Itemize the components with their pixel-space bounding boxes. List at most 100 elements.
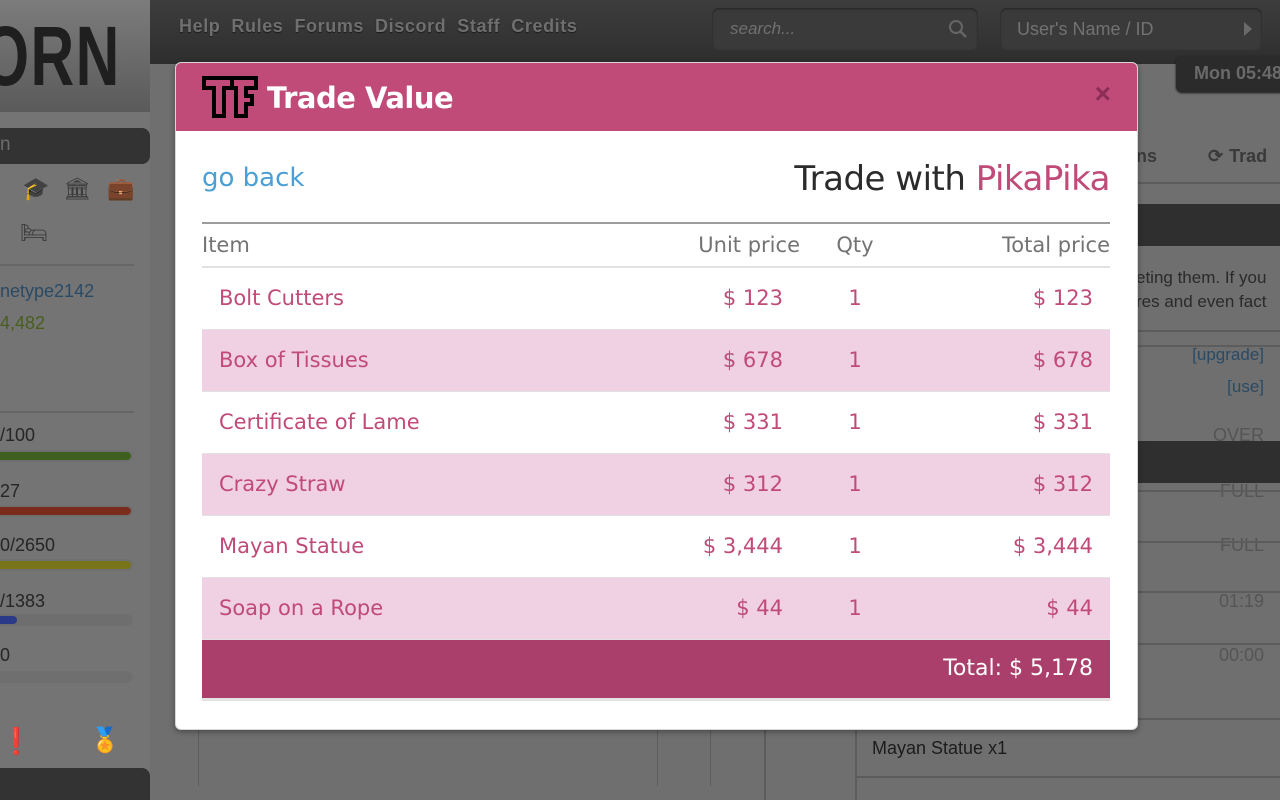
energy-bar[interactable] <box>0 450 133 462</box>
happy-bar-fill <box>0 561 131 569</box>
table-row: Bolt Cutters $ 123 1 $ 123 <box>202 267 1110 330</box>
site-search <box>712 8 978 50</box>
hospital-bed-icon[interactable]: 🛏 <box>20 220 48 246</box>
unit-price: $ 44 <box>600 577 800 640</box>
info-text-line: eting them. If you <box>1136 268 1267 287</box>
divider <box>657 730 658 786</box>
total-price: $ 123 <box>910 267 1110 330</box>
table-row: Mayan Statue $ 3,444 1 $ 3,444 <box>202 515 1110 578</box>
life-value: /1383 <box>0 591 46 611</box>
upgrade-link[interactable]: [upgrade] <box>1192 345 1264 365</box>
user-lookup-input[interactable] <box>1000 8 1220 50</box>
alert-icon[interactable]: ❗ <box>0 726 32 757</box>
divider <box>764 720 766 800</box>
divider <box>1136 490 1280 492</box>
item-name: Crazy Straw <box>202 453 600 516</box>
energy-bar-fill <box>0 452 131 460</box>
trade-partner-name[interactable]: PikaPika <box>976 159 1111 199</box>
item-name: Mayan Statue <box>202 515 600 578</box>
quantity: 1 <box>800 515 910 578</box>
section-header-bar <box>1136 441 1280 483</box>
nerve-value: 27 <box>0 481 21 501</box>
bank-icon[interactable]: 🏛 <box>63 176 91 202</box>
user-lookup <box>1000 8 1262 50</box>
sidebar-header-text: n <box>0 134 11 155</box>
modal-title: Trade Value <box>267 81 454 115</box>
education-icon[interactable]: 🎓 <box>22 176 49 202</box>
divider <box>1136 541 1280 543</box>
top-nav: Help Rules Forums Discord Staff Credits <box>179 16 577 37</box>
sidebar-divider <box>0 411 134 413</box>
nav-link-rules[interactable]: Rules <box>231 16 283 37</box>
search-icon[interactable] <box>948 19 968 39</box>
nerve-bar-fill <box>0 507 131 515</box>
trade-item-entry: Mayan Statue x1 <box>872 738 1008 758</box>
trade-heading-prefix: Trade with <box>794 159 976 199</box>
table-row: Box of Tissues $ 678 1 $ 678 <box>202 329 1110 392</box>
sidebar-divider <box>0 264 134 266</box>
happy-status: FULL <box>1219 535 1264 555</box>
divider <box>855 720 857 800</box>
site-logo[interactable]: ORN <box>0 0 150 112</box>
divider <box>1136 330 1280 332</box>
modal-header: Trade Value × <box>176 63 1137 131</box>
column-header-qty: Qty <box>800 223 910 268</box>
search-input[interactable] <box>712 8 932 50</box>
happy-bar[interactable] <box>0 559 133 571</box>
trade-items-table: Item Unit price Qty Total price Bolt Cut… <box>202 222 1110 701</box>
column-header-item: Item <box>202 223 600 268</box>
unit-price: $ 331 <box>600 391 800 454</box>
divider <box>198 730 199 786</box>
chain-bar[interactable] <box>0 671 133 683</box>
grand-total: Total: $ 5,178 <box>202 639 1110 701</box>
divider <box>856 776 1280 778</box>
use-link[interactable]: [use] <box>1227 377 1264 397</box>
divider <box>1136 182 1280 184</box>
total-price: $ 312 <box>910 453 1110 516</box>
nav-link-help[interactable]: Help <box>179 16 220 37</box>
item-name: Certificate of Lame <box>202 391 600 454</box>
sidebar-section-header <box>0 768 150 800</box>
job-briefcase-icon[interactable]: 💼 <box>107 176 134 202</box>
total-price: $ 678 <box>910 329 1110 392</box>
refresh-icon: ⟳ <box>1208 146 1224 166</box>
nav-link-discord[interactable]: Discord <box>375 16 446 37</box>
quantity: 1 <box>800 453 910 516</box>
divider <box>1136 643 1280 645</box>
quantity: 1 <box>800 329 910 392</box>
item-name: Bolt Cutters <box>202 267 600 330</box>
nav-link-staff[interactable]: Staff <box>457 16 500 37</box>
username-link[interactable]: netype2142 <box>0 281 94 302</box>
unit-price: $ 3,444 <box>600 515 800 578</box>
nerve-bar[interactable] <box>0 505 133 517</box>
column-header-total-price: Total price <box>910 223 1110 268</box>
life-bar[interactable] <box>0 614 133 626</box>
item-name: Box of Tissues <box>202 329 600 392</box>
tab-fragment[interactable]: ns <box>1136 146 1157 167</box>
info-text-line: res and even fact <box>1136 292 1267 311</box>
divider <box>1136 591 1280 593</box>
chain-value: 0 <box>0 645 11 665</box>
item-name: Soap on a Rope <box>202 577 600 640</box>
happy-value: 0/2650 <box>0 535 56 555</box>
divider <box>1136 345 1280 347</box>
sidebar-header: n <box>0 128 150 164</box>
column-header-unit-price: Unit price <box>600 223 800 268</box>
life-status: 01:19 <box>1218 591 1264 611</box>
table-row: Crazy Straw $ 312 1 $ 312 <box>202 453 1110 516</box>
go-arrow-icon[interactable] <box>1244 22 1252 36</box>
nav-link-credits[interactable]: Credits <box>511 16 577 37</box>
quantity: 1 <box>800 577 910 640</box>
close-icon[interactable]: × <box>1095 80 1111 108</box>
trade-value-logo-icon <box>202 76 258 118</box>
nav-link-forums[interactable]: Forums <box>294 16 364 37</box>
trade-tab[interactable]: ⟳ Trad <box>1208 146 1267 167</box>
quantity: 1 <box>800 267 910 330</box>
table-row: Soap on a Rope $ 44 1 $ 44 <box>202 577 1110 640</box>
go-back-link[interactable]: go back <box>202 163 304 193</box>
total-price: $ 331 <box>910 391 1110 454</box>
unit-price: $ 678 <box>600 329 800 392</box>
medal-icon[interactable]: 🏅 <box>90 726 120 755</box>
total-price: $ 44 <box>910 577 1110 640</box>
site-logo-text: ORN <box>0 9 121 103</box>
